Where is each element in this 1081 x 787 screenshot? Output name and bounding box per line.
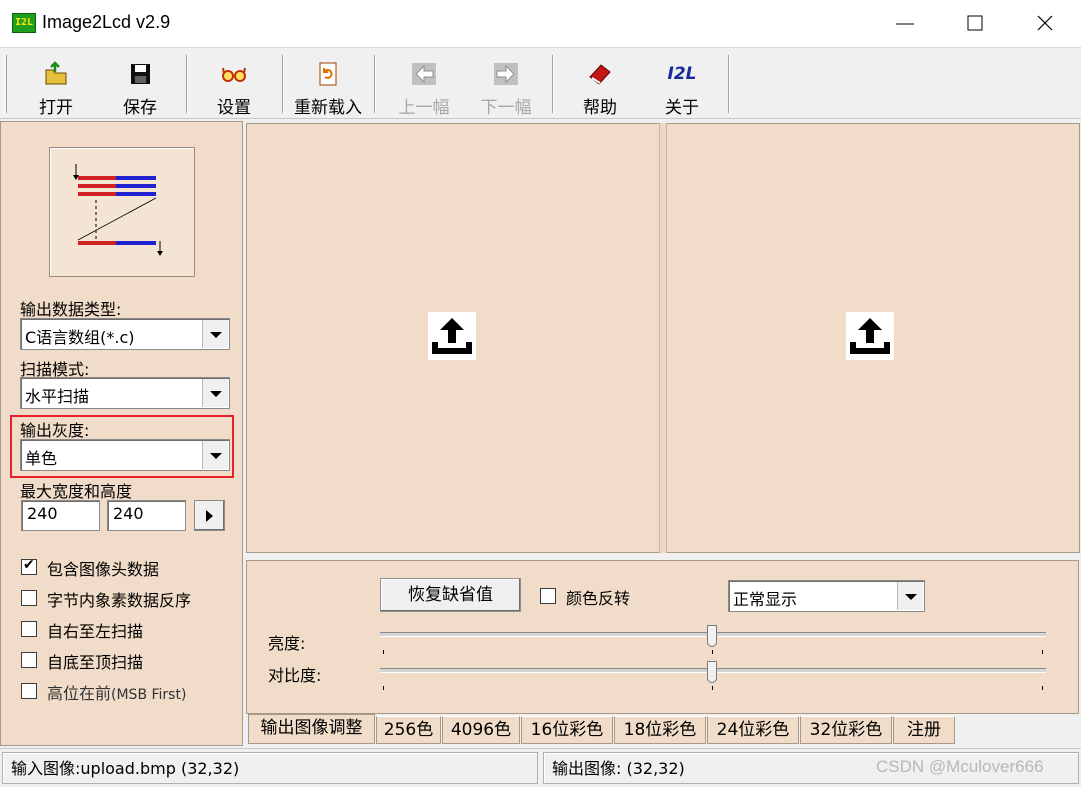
- max-width-input[interactable]: 240: [21, 500, 100, 531]
- brightness-tick: [712, 650, 713, 654]
- checkbox-icon[interactable]: [21, 652, 37, 668]
- minimize-icon: [896, 23, 914, 25]
- brightness-label: 亮度:: [268, 634, 306, 653]
- scan-mode-select[interactable]: 水平扫描: [20, 377, 230, 409]
- tab-output-adjust[interactable]: 输出图像调整: [248, 714, 375, 744]
- scan-mode-value: 水平扫描: [25, 387, 90, 406]
- max-height-input[interactable]: 240: [107, 500, 186, 531]
- contrast-tick: [383, 686, 384, 690]
- toolbar-separator: [552, 55, 554, 113]
- toolbar-grip: [4, 55, 7, 113]
- brightness-slider-thumb[interactable]: [707, 625, 717, 647]
- toolbar: 打开 保存 设置 重新载入 上一幅 下一幅 帮助 I2L 关于: [0, 49, 1081, 119]
- maximize-button[interactable]: [942, 0, 1008, 48]
- tab-256-color[interactable]: 256色: [376, 716, 441, 744]
- help-label: 帮助: [583, 98, 617, 118]
- checkbox-icon[interactable]: [21, 590, 37, 606]
- about-button[interactable]: I2L 关于: [640, 55, 724, 118]
- chevron-down-icon[interactable]: [202, 441, 228, 469]
- scan-direction-diagram: [73, 164, 163, 256]
- output-type-select[interactable]: C语言数组(*.c): [20, 318, 230, 350]
- toolbar-separator: [282, 55, 284, 113]
- contrast-label: 对比度:: [268, 666, 322, 685]
- save-label: 保存: [123, 98, 157, 118]
- input-image-upload-icon: [428, 312, 476, 360]
- open-folder-icon: [45, 61, 67, 85]
- window-title: Image2Lcd v2.9: [42, 12, 171, 32]
- pane-splitter[interactable]: [659, 123, 667, 553]
- app-logo-icon: I2L: [12, 13, 36, 33]
- image-adjust-panel: [246, 560, 1079, 714]
- tab-32bit-color[interactable]: 32位彩色: [800, 716, 892, 744]
- maximize-icon: [967, 15, 983, 31]
- contrast-tick: [1042, 686, 1043, 690]
- watermark-text: CSDN @Mculover666: [876, 757, 1044, 776]
- include-header-label: 包含图像头数据: [47, 560, 160, 579]
- tab-4096-color[interactable]: 4096色: [442, 716, 520, 744]
- output-gray-label: 输出灰度:: [20, 421, 90, 440]
- help-book-icon: [589, 64, 611, 85]
- right-to-left-label: 自右至左扫描: [47, 622, 144, 641]
- checkbox-icon[interactable]: [21, 621, 37, 637]
- previous-image-label: 上一幅: [398, 98, 450, 118]
- arrow-right-icon: [494, 63, 518, 85]
- about-label: 关于: [665, 98, 699, 118]
- msb-first-suffix: (MSB First): [111, 687, 187, 703]
- about-logo-icon: I2L: [667, 64, 697, 84]
- toolbar-separator: [374, 55, 376, 113]
- next-image-label: 下一幅: [480, 98, 532, 118]
- checkbox-icon[interactable]: [21, 683, 37, 699]
- help-button[interactable]: 帮助: [558, 55, 642, 118]
- open-button[interactable]: 打开: [14, 55, 98, 118]
- input-image-status: 输入图像:upload.bmp (32,32): [2, 752, 538, 784]
- display-mode-value: 正常显示: [733, 590, 798, 609]
- chevron-down-icon[interactable]: [202, 320, 228, 348]
- output-gray-select[interactable]: 单色: [20, 439, 230, 471]
- close-button[interactable]: [1012, 0, 1078, 48]
- output-gray-value: 单色: [25, 449, 58, 468]
- checkbox-checked-icon[interactable]: [21, 557, 37, 575]
- brightness-tick: [1042, 650, 1043, 654]
- scan-mode-preview: [49, 147, 195, 277]
- restore-defaults-button[interactable]: 恢复缺省值: [380, 578, 521, 612]
- arrow-left-icon: [412, 63, 436, 85]
- glasses-icon: [222, 67, 246, 82]
- output-type-label: 输出数据类型:: [20, 300, 122, 319]
- chevron-down-icon[interactable]: [202, 379, 228, 407]
- open-label: 打开: [39, 98, 73, 118]
- invert-color-label: 颜色反转: [566, 589, 631, 608]
- previous-image-button[interactable]: 上一幅: [382, 55, 466, 118]
- contrast-tick: [712, 686, 713, 690]
- bottom-to-top-label: 自底至顶扫描: [47, 653, 144, 672]
- display-mode-select[interactable]: 正常显示: [728, 580, 925, 612]
- apply-size-button[interactable]: [194, 500, 225, 531]
- save-disk-icon: [131, 64, 150, 84]
- tab-16bit-color[interactable]: 16位彩色: [521, 716, 613, 744]
- tab-18bit-color[interactable]: 18位彩色: [614, 716, 706, 744]
- next-image-button[interactable]: 下一幅: [464, 55, 548, 118]
- max-size-label: 最大宽度和高度: [20, 482, 133, 501]
- toolbar-separator: [186, 55, 188, 113]
- close-icon: [1037, 15, 1053, 31]
- reload-button[interactable]: 重新载入: [286, 55, 370, 118]
- tab-register[interactable]: 注册: [893, 716, 955, 744]
- reverse-byte-pixels-label: 字节内象素数据反序: [47, 591, 192, 610]
- msb-first-label: 高位在前(MSB First): [47, 684, 187, 703]
- save-button[interactable]: 保存: [98, 55, 182, 118]
- checkbox-icon[interactable]: [540, 588, 556, 604]
- contrast-slider-thumb[interactable]: [707, 661, 717, 683]
- chevron-down-icon[interactable]: [897, 582, 923, 610]
- reload-label: 重新载入: [294, 98, 362, 118]
- settings-button[interactable]: 设置: [192, 55, 276, 118]
- toolbar-separator: [728, 55, 730, 113]
- reload-icon: [319, 62, 337, 86]
- output-type-value: C语言数组(*.c): [25, 328, 135, 347]
- tab-24bit-color[interactable]: 24位彩色: [707, 716, 799, 744]
- minimize-button[interactable]: [872, 0, 938, 48]
- output-image-upload-icon: [846, 312, 894, 360]
- settings-label: 设置: [217, 98, 251, 118]
- brightness-tick: [383, 650, 384, 654]
- title-bar: I2L Image2Lcd v2.9: [0, 0, 1081, 48]
